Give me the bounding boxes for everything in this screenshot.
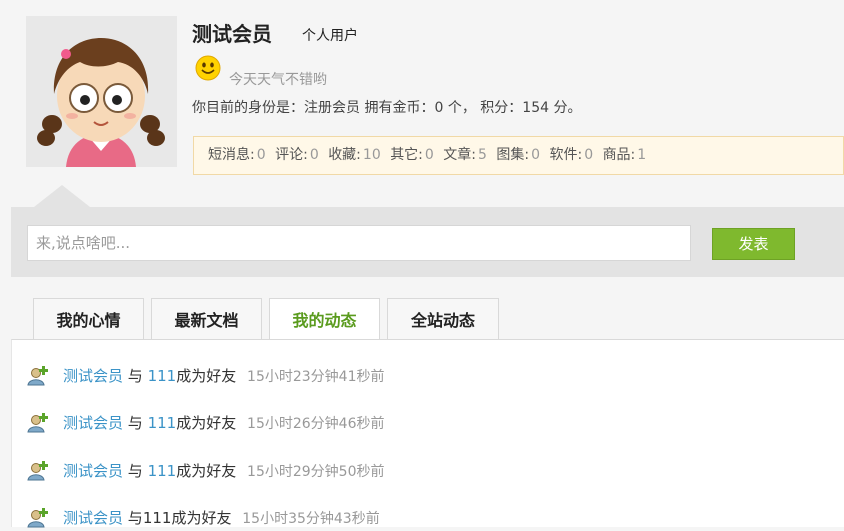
stat-favorites[interactable]: 收藏: 10: [328, 147, 381, 163]
coins-label: 拥有金币：: [364, 100, 435, 116]
feed-time: 15小时23分钟41秒前: [247, 369, 385, 385]
user-type: 个人用户: [302, 28, 358, 44]
username: 测试会员: [192, 22, 272, 46]
stat-software[interactable]: 软件: 0: [549, 147, 593, 163]
feed-user-link[interactable]: 测试会员: [63, 367, 123, 385]
feed-action: 成为好友: [176, 462, 237, 480]
points-unit: 分。: [553, 100, 582, 116]
stat-label: 收藏:: [328, 147, 361, 163]
stat-label: 其它:: [390, 147, 423, 163]
feed-user-link[interactable]: 测试会员: [63, 462, 123, 480]
stat-articles[interactable]: 文章: 5: [443, 147, 487, 163]
stat-value: 0: [309, 147, 319, 163]
feed-friend-link[interactable]: 111: [148, 367, 177, 385]
points-value: 154: [522, 100, 550, 116]
stat-others[interactable]: 其它: 0: [390, 147, 434, 163]
stat-products[interactable]: 商品: 1: [603, 147, 647, 163]
stat-albums[interactable]: 图集: 0: [496, 147, 540, 163]
feed-conj: 与: [127, 462, 143, 480]
stat-value: 0: [256, 147, 266, 163]
activity-feed: 测试会员 与 111成为好友 15小时23分钟41秒前 测试会员 与 111成为…: [11, 339, 844, 528]
feed-time: 15小时29分钟50秒前: [247, 464, 385, 480]
identity-line: 你目前的身份是：注册会员 拥有金币：0 个， 积分：154 分。: [192, 97, 581, 117]
stat-label: 评论:: [275, 147, 308, 163]
stat-value: 0: [584, 147, 594, 163]
smiley-icon: [195, 55, 221, 81]
tab-my-mood[interactable]: 我的心情: [33, 298, 144, 340]
add-friend-icon: [27, 366, 48, 386]
post-button[interactable]: 发表: [712, 228, 795, 260]
stat-label: 商品:: [602, 147, 636, 163]
avatar[interactable]: [26, 16, 177, 167]
feed-user-link[interactable]: 测试会员: [63, 414, 123, 432]
feed-action: 成为好友: [176, 367, 237, 385]
feed-time: 15小时35分钟43秒前: [242, 511, 380, 527]
feed-time: 15小时26分钟46秒前: [247, 416, 385, 432]
coins-value: 0: [434, 100, 444, 116]
post-input[interactable]: 来,说点啥吧...: [27, 225, 691, 261]
post-pointer: [34, 185, 90, 207]
feed-conj: 与: [127, 414, 143, 432]
feed-conj: 与: [127, 509, 143, 527]
coins-unit: 个，: [447, 100, 476, 116]
feed-action: 成为好友: [171, 509, 232, 527]
stat-value: 0: [531, 147, 541, 163]
tab-my-activity[interactable]: 我的动态: [269, 298, 380, 341]
stat-value: 0: [424, 147, 434, 163]
stat-label: 短消息:: [208, 147, 255, 163]
stat-value: 1: [637, 147, 647, 163]
stats-box: 短消息: 0 评论: 0 收藏: 10 其它: 0 文章: 5 图集: 0 软件: 0 商品:…: [193, 136, 844, 175]
feed-friend-text: 111: [142, 509, 172, 527]
add-friend-icon: [27, 413, 48, 433]
avatar-girl-icon: [26, 16, 177, 167]
feed-friend-link[interactable]: 111: [148, 462, 177, 480]
tab-site-activity[interactable]: 全站动态: [387, 298, 499, 340]
stat-value: 5: [478, 147, 487, 163]
stat-label: 文章:: [443, 147, 476, 163]
identity-role: 注册会员: [304, 100, 360, 116]
stat-messages[interactable]: 短消息: 0: [208, 147, 266, 163]
stat-label: 图集:: [496, 147, 530, 163]
add-friend-icon: [27, 461, 48, 481]
feed-friend-link[interactable]: 111: [148, 414, 177, 432]
feed-conj: 与: [127, 367, 143, 385]
tab-latest-docs[interactable]: 最新文档: [151, 298, 262, 340]
feed-action: 成为好友: [176, 414, 237, 432]
mood-text: 今天天气不错哟: [229, 72, 327, 88]
points-label: 积分：: [480, 100, 523, 116]
feed-user-link[interactable]: 测试会员: [63, 509, 123, 527]
identity-label: 你目前的身份是：: [192, 100, 304, 116]
stat-comments[interactable]: 评论: 0: [275, 147, 319, 163]
stat-value: 10: [362, 147, 381, 163]
stat-label: 软件:: [549, 147, 583, 163]
